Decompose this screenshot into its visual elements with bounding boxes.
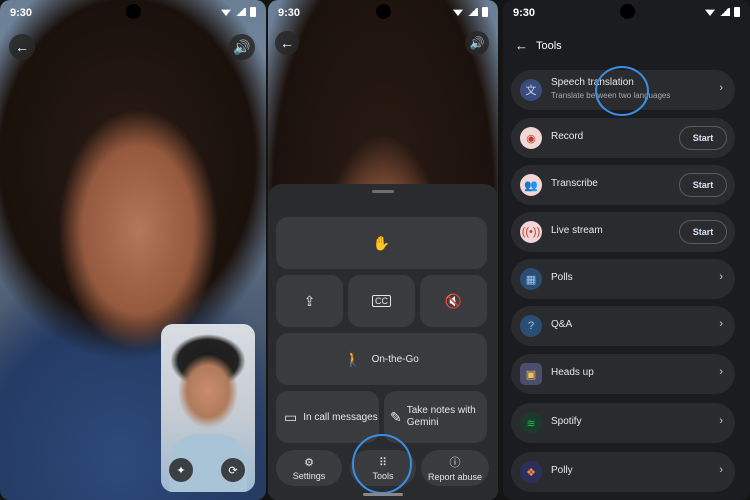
- chevron-right-icon: ›: [719, 318, 723, 330]
- wifi-icon: [221, 9, 231, 16]
- take-notes-button[interactable]: ✎ Take notes with Gemini: [384, 391, 487, 443]
- front-camera-cutout: [619, 4, 635, 19]
- tool-label: Q&A: [551, 319, 573, 330]
- gear-icon: ⚙: [304, 456, 314, 469]
- message-icon: ▭: [284, 408, 298, 425]
- status-icons: [705, 7, 740, 17]
- signal-icon: [467, 8, 478, 16]
- in-call-messages-label: In call messages: [303, 411, 378, 423]
- heads-up-icon: ▣: [520, 363, 542, 385]
- status-time: 9:30: [10, 7, 33, 19]
- start-button[interactable]: Start: [679, 220, 727, 244]
- live-stream-icon: ((•)): [520, 221, 542, 243]
- page-title: Tools: [536, 39, 562, 52]
- report-abuse-button[interactable]: ⓘ Report abuse: [421, 450, 489, 486]
- mute-audio-button[interactable]: 🔇: [420, 275, 487, 327]
- start-button[interactable]: Start: [679, 173, 727, 197]
- status-time: 9:30: [278, 7, 301, 19]
- tool-row-spotify[interactable]: ≋ Spotify ›: [511, 403, 735, 443]
- on-the-go-label: On-the-Go: [371, 353, 419, 365]
- on-the-go-button[interactable]: 🚶 On-the-Go: [276, 333, 487, 385]
- wifi-icon: [705, 9, 715, 16]
- polly-icon: ❖: [520, 461, 542, 483]
- chevron-right-icon: ›: [719, 415, 723, 427]
- signal-icon: [719, 8, 730, 16]
- tools-screen: 9:30 ← Tools 文 Speech translation Transl…: [503, 0, 750, 500]
- share-screen-icon: ⇪: [303, 292, 316, 309]
- tool-row-qa[interactable]: ? Q&A ›: [511, 306, 735, 346]
- share-screen-button[interactable]: ⇪: [276, 275, 343, 327]
- effects-icon[interactable]: ✦: [169, 458, 193, 482]
- status-icons: [221, 7, 256, 17]
- alert-icon: ⓘ: [449, 457, 461, 469]
- settings-button[interactable]: ⚙ Settings: [276, 450, 342, 486]
- tool-label: Polls: [551, 272, 573, 283]
- qa-icon: ?: [520, 315, 542, 337]
- back-arrow-icon[interactable]: ←: [9, 34, 35, 60]
- drag-handle[interactable]: [372, 190, 394, 193]
- tool-row-live-stream[interactable]: ((•)) Live stream Start: [511, 212, 735, 252]
- record-icon: ◉: [520, 127, 542, 149]
- signal-icon: [235, 8, 246, 16]
- transcribe-icon: 👥: [520, 174, 542, 196]
- speaker-icon[interactable]: 🔊: [465, 31, 489, 55]
- switch-camera-icon[interactable]: ⟳: [221, 458, 245, 482]
- front-camera-cutout: [376, 4, 391, 19]
- tool-row-heads-up[interactable]: ▣ Heads up ›: [511, 354, 735, 394]
- tool-label: Spotify: [551, 416, 582, 427]
- highlight-circle: [352, 434, 412, 494]
- in-call-messages-button[interactable]: ▭ In call messages: [276, 391, 379, 443]
- status-bar: 9:30: [268, 0, 498, 24]
- tool-label: Heads up: [551, 367, 594, 378]
- status-bar: 9:30: [0, 0, 266, 24]
- take-notes-label: Take notes with Gemini: [406, 404, 476, 429]
- pen-sparkle-icon: ✎: [390, 408, 402, 425]
- captions-button[interactable]: CC: [348, 275, 415, 327]
- home-indicator: [363, 493, 403, 496]
- speaker-icon[interactable]: 🔊: [229, 34, 255, 60]
- battery-icon: [482, 7, 488, 17]
- highlight-circle: [595, 66, 649, 116]
- main-video-screen: 9:30 ← 🔊 ✦ ⟳: [0, 0, 266, 500]
- spotify-icon: ≋: [520, 412, 542, 434]
- battery-icon: [734, 7, 740, 17]
- translate-icon: 文: [520, 79, 542, 101]
- chevron-right-icon: ›: [719, 271, 723, 283]
- raise-hand-icon: ✋: [372, 234, 391, 251]
- captions-icon: CC: [372, 295, 391, 307]
- settings-label: Settings: [292, 470, 326, 481]
- chevron-right-icon: ›: [719, 464, 723, 476]
- front-camera-cutout: [126, 4, 141, 19]
- tools-header: ← Tools: [515, 38, 562, 53]
- tool-row-transcribe[interactable]: 👥 Transcribe Start: [511, 165, 735, 205]
- call-options-screen: 9:30 ← 🔊 ✋ ⇪ CC 🔇 🚶 On-the-Go ▭ In call …: [268, 0, 498, 500]
- back-arrow-icon[interactable]: ←: [515, 38, 528, 53]
- start-button[interactable]: Start: [679, 126, 727, 150]
- status-icons: [453, 7, 488, 17]
- status-time: 9:30: [513, 7, 536, 19]
- tool-label: Polly: [551, 465, 573, 476]
- status-bar: 9:30: [503, 0, 750, 24]
- battery-icon: [250, 7, 256, 17]
- tool-label: Live stream: [551, 225, 603, 236]
- self-view-pip[interactable]: ✦ ⟳: [161, 324, 255, 492]
- volume-off-icon: 🔇: [444, 292, 463, 309]
- chevron-right-icon: ›: [719, 82, 723, 94]
- back-arrow-icon[interactable]: ←: [275, 31, 299, 55]
- wifi-icon: [453, 9, 463, 16]
- tool-row-record[interactable]: ◉ Record Start: [511, 118, 735, 158]
- chevron-right-icon: ›: [719, 366, 723, 378]
- tool-label: Record: [551, 131, 584, 142]
- tool-row-polls[interactable]: ▦ Polls ›: [511, 259, 735, 299]
- raise-hand-button[interactable]: ✋: [276, 217, 487, 269]
- report-abuse-label: Report abuse: [427, 472, 483, 482]
- polls-icon: ▦: [520, 268, 542, 290]
- walking-icon: 🚶: [344, 350, 362, 367]
- tool-label: Transcribe: [551, 178, 598, 189]
- tool-row-polly[interactable]: ❖ Polly ›: [511, 452, 735, 492]
